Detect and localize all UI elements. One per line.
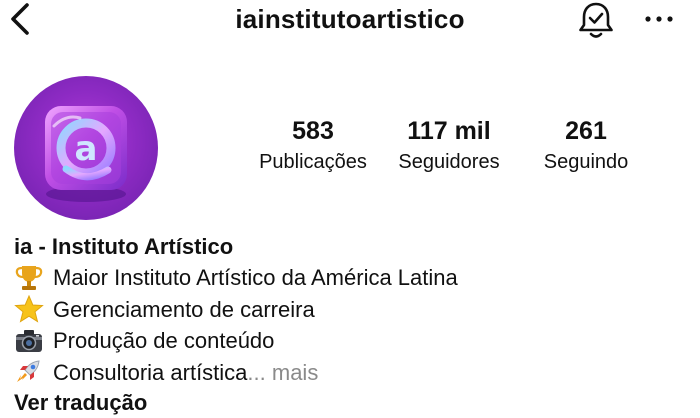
posts-label: Publicações xyxy=(259,151,367,173)
profile-avatar[interactable]: a xyxy=(14,76,158,220)
bio-line: Gerenciamento de carreira xyxy=(14,294,694,326)
bio-line: Maior Instituto Artístico da América Lat… xyxy=(14,262,694,294)
followers-count: 117 mil xyxy=(407,117,491,145)
camera-icon xyxy=(16,329,42,352)
bio-line-text: Gerenciamento de carreira xyxy=(53,296,315,322)
bio-line: Produção de conteúdo xyxy=(14,325,694,357)
rocket-icon xyxy=(17,360,40,383)
top-bar: iainstitutoartistico xyxy=(0,0,700,40)
bio-line-text: Produção de conteúdo xyxy=(53,328,275,353)
star-icon xyxy=(14,295,44,323)
notifications-button[interactable] xyxy=(577,0,615,40)
bio-line: Consultoria artística... mais xyxy=(14,357,694,389)
more-options-icon xyxy=(645,16,673,22)
stat-followers[interactable]: 117 mil Seguidores xyxy=(385,114,513,176)
bio-line-text: Consultoria artística xyxy=(53,359,248,385)
see-more-link[interactable]: ... mais xyxy=(247,357,318,389)
followers-label: Seguidores xyxy=(398,151,500,173)
profile-display-name: ia - Instituto Artístico xyxy=(14,234,234,259)
bell-check-icon xyxy=(579,2,613,38)
at-sign-logo-icon: a xyxy=(45,106,127,202)
profile-bio: ia - Instituto Artístico Maior Instituto… xyxy=(14,232,694,418)
posts-count: 583 xyxy=(292,117,334,145)
see-translation-link[interactable]: Ver tradução xyxy=(14,388,694,418)
more-options-button[interactable] xyxy=(642,6,676,32)
stat-posts[interactable]: 583 Publicações xyxy=(250,114,376,176)
following-count: 261 xyxy=(565,117,607,145)
stat-following[interactable]: 261 Seguindo xyxy=(527,114,645,176)
bio-line-text: Maior Instituto Artístico da América Lat… xyxy=(53,265,458,290)
following-label: Seguindo xyxy=(543,151,629,173)
svg-text:a: a xyxy=(75,129,98,169)
trophy-icon xyxy=(15,265,43,290)
